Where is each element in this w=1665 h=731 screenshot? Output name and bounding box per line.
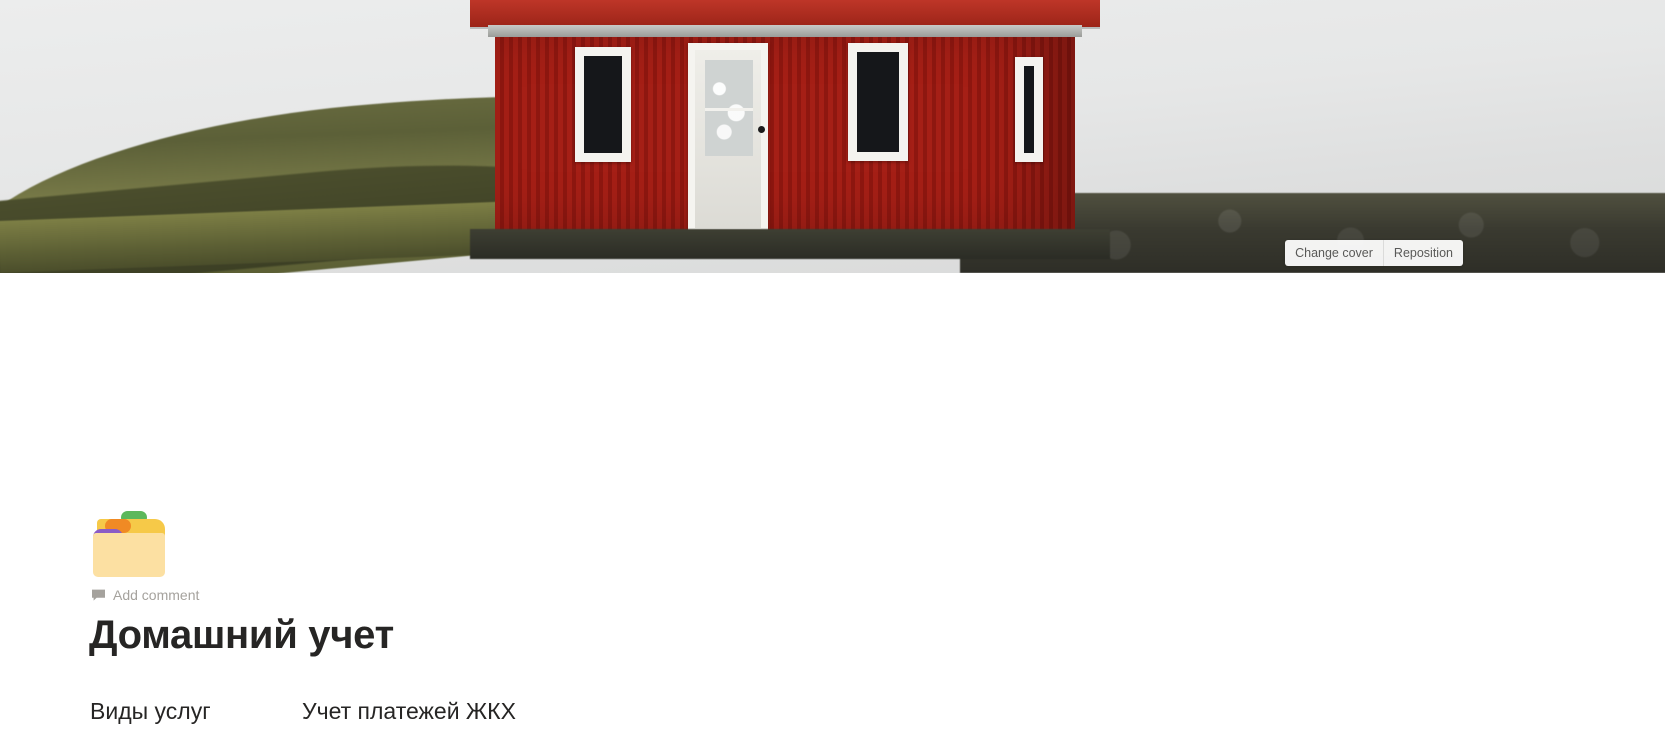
services-heading: Виды услуг: [90, 698, 211, 724]
comment-icon: [91, 588, 106, 602]
add-comment-button[interactable]: Add comment: [91, 587, 199, 603]
folder-front-icon: [93, 533, 165, 577]
page-cover[interactable]: Change cover Reposition: [0, 0, 1665, 273]
cover-actions: Change cover Reposition: [1285, 240, 1463, 266]
database-column: Учет платежей ЖКХ Платежи Aa Период: [302, 698, 1482, 731]
change-cover-button[interactable]: Change cover: [1285, 240, 1383, 266]
cover-foundation: [470, 229, 1110, 259]
add-comment-label: Add comment: [113, 587, 200, 603]
page-title: Домашний учет: [89, 613, 394, 657]
services-column: Виды услуг 🚿 Вода ⚡ Свет 💨 Газ ♻️ Мусор …: [90, 698, 290, 731]
cover-red-house: [470, 0, 1100, 235]
reposition-button[interactable]: Reposition: [1382, 240, 1463, 266]
database-title: Учет платежей ЖКХ: [302, 698, 516, 724]
page-icon[interactable]: [93, 511, 169, 577]
